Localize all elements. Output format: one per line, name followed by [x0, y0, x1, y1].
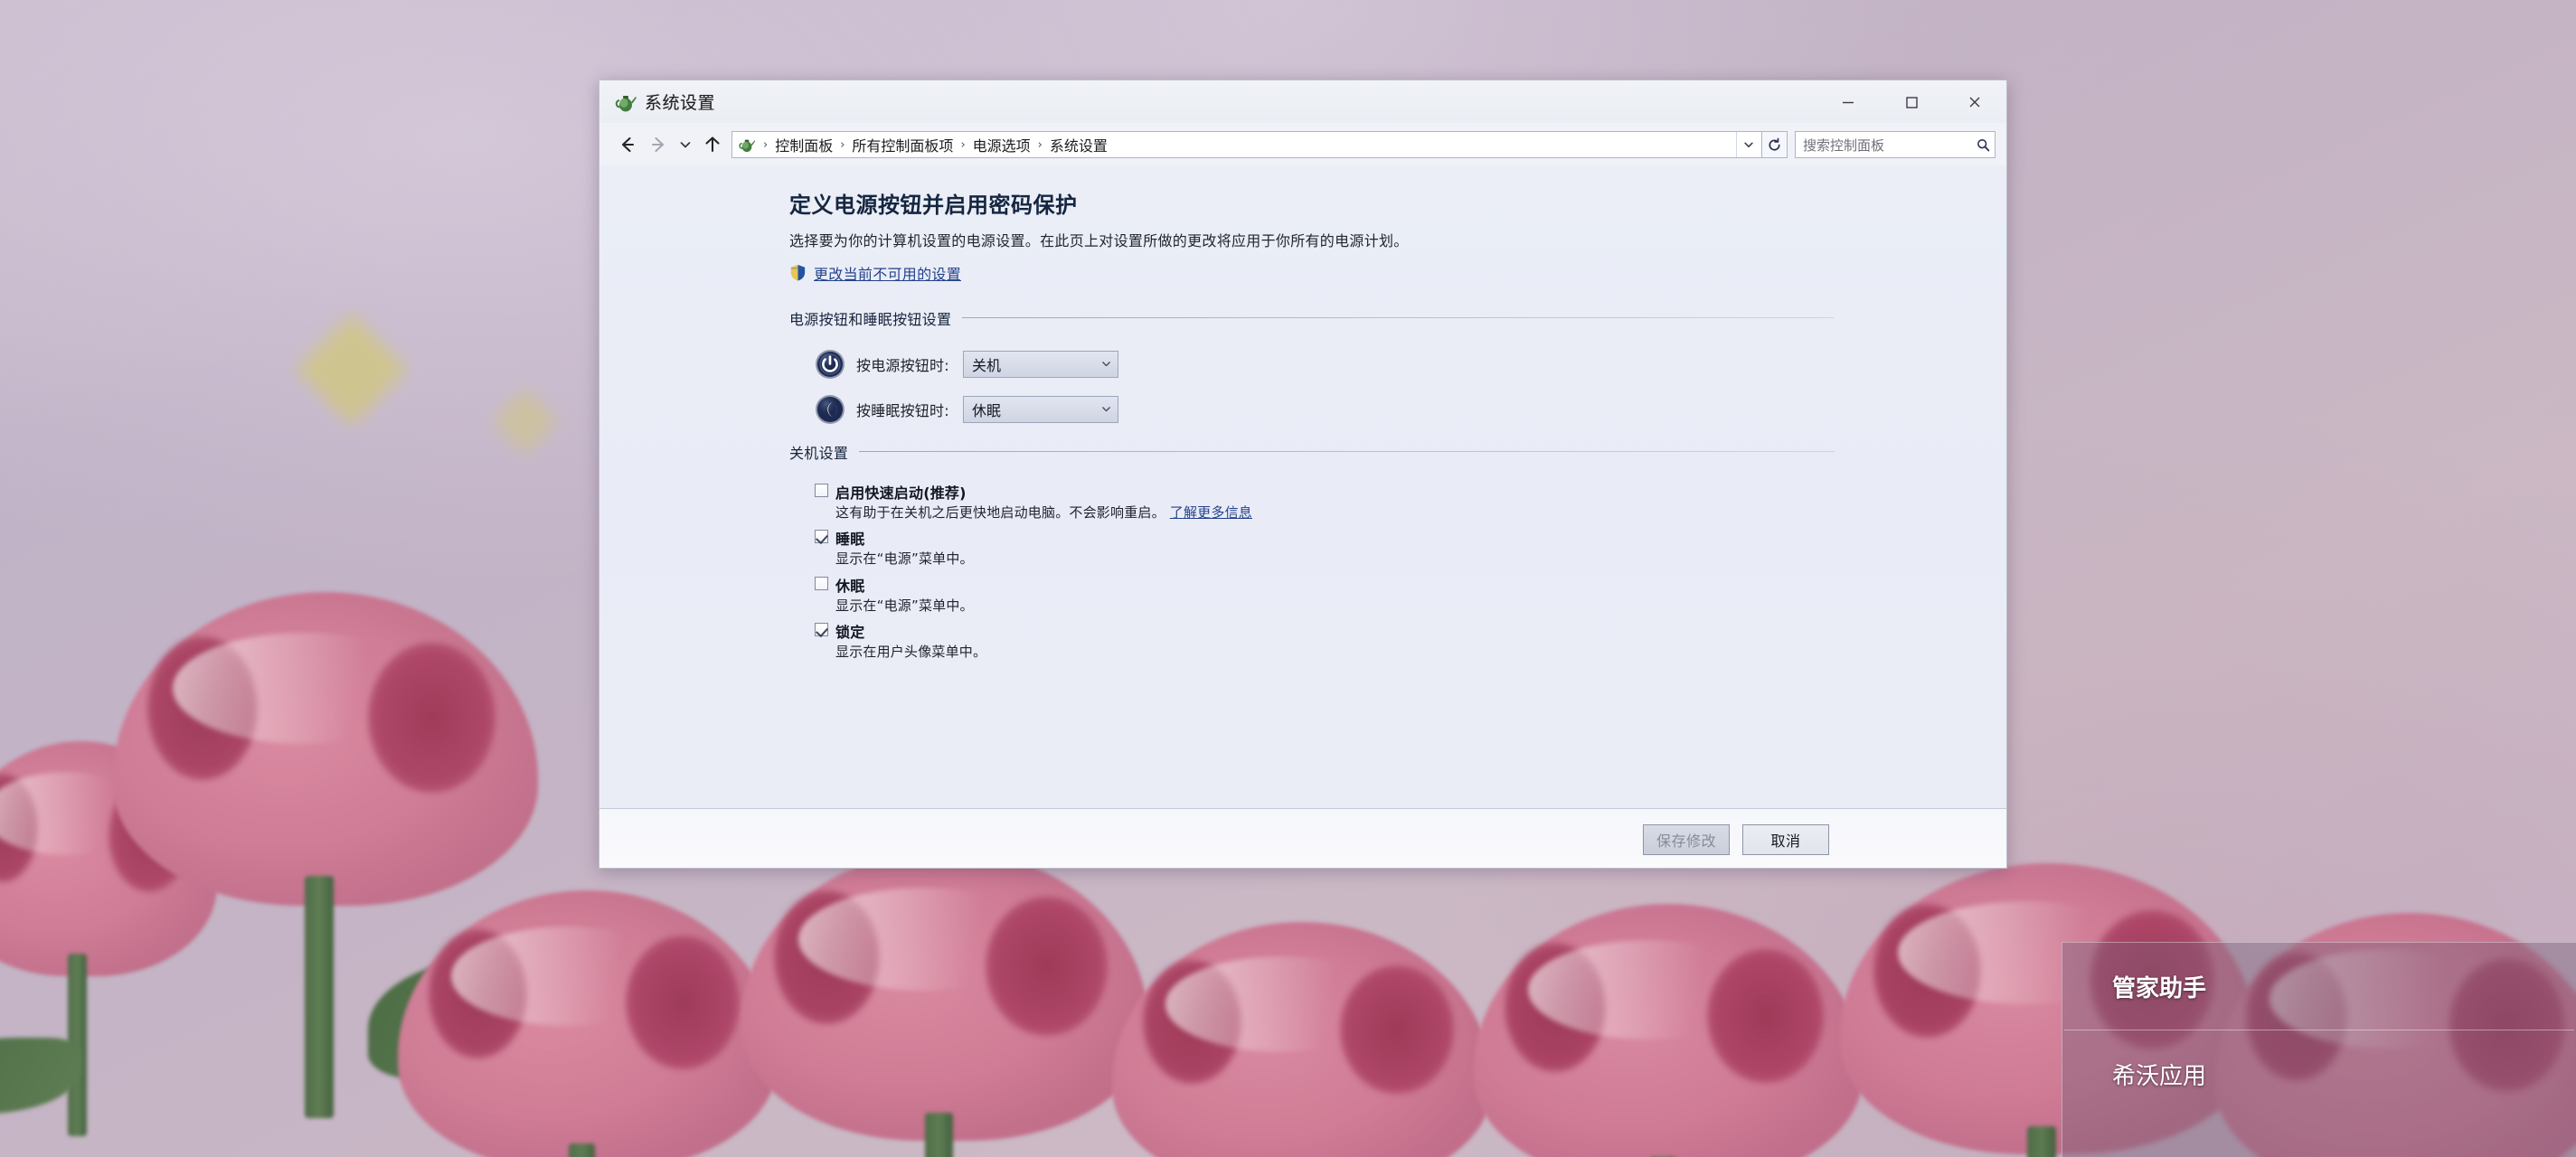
- assistant-overlay-panel: 管家助手 希沃应用: [2062, 942, 2576, 1157]
- checkbox-desc-sleep: 显示在“电源”菜单中。: [835, 550, 974, 568]
- section-shutdown-settings: 关机设置 启用快速启动(推荐) 这有助于在关机之后更快地启动电脑。不会影响重启。: [789, 441, 1835, 662]
- wallpaper-tulip-3: [398, 890, 778, 1157]
- close-button[interactable]: [1943, 80, 2006, 124]
- forward-arrow-icon: [651, 136, 665, 153]
- checkbox-fast-startup[interactable]: [815, 483, 828, 497]
- wallpaper-diamond-2: [492, 388, 559, 455]
- uac-shield-icon: [790, 265, 806, 281]
- section-heading-row: 关机设置: [789, 441, 1835, 463]
- checkbox-desc-text: 这有助于在关机之后更快地启动电脑。不会影响重启。: [835, 503, 1165, 521]
- address-dropdown-button[interactable]: [1736, 132, 1760, 157]
- breadcrumb-separator: ›: [763, 137, 769, 152]
- sleep-button-label: 按睡眠按钮时:: [856, 401, 949, 419]
- breadcrumb: › 控制面板 › 所有控制面板项 › 电源选项 › 系统设置: [738, 133, 1736, 156]
- sleep-moon-icon: [816, 394, 845, 424]
- wallpaper-tulip-6: [1474, 904, 1863, 1157]
- content-area: 定义电源按钮并启用密码保护 选择要为你的计算机设置的电源设置。在此页上对设置所做…: [599, 165, 2006, 808]
- chevron-down-icon: [1102, 407, 1110, 412]
- chevron-down-icon: [1743, 142, 1753, 147]
- power-button-dropdown[interactable]: 关机: [963, 350, 1118, 378]
- maximize-icon: [1906, 97, 1918, 108]
- breadcrumb-item-control-panel[interactable]: 控制面板: [771, 133, 836, 156]
- watering-can-icon: [615, 95, 637, 111]
- cancel-button[interactable]: 取消: [1742, 823, 1829, 855]
- power-setting-rows: 按电源按钮时: 关机 按睡眠按钮时: 休眠: [789, 349, 1835, 425]
- breadcrumb-separator: ›: [1037, 137, 1043, 152]
- wallpaper-tulip-4: [741, 850, 1148, 1157]
- maximize-button[interactable]: [1880, 80, 1943, 124]
- power-button-setting-row: 按电源按钮时: 关机: [815, 349, 1835, 380]
- power-button-value: 关机: [972, 356, 1002, 374]
- power-button-label: 按电源按钮时:: [856, 356, 949, 374]
- checkbox-item-fast-startup: 启用快速启动(推荐) 这有助于在关机之后更快地启动电脑。不会影响重启。 了解更多…: [815, 481, 1835, 522]
- change-unavailable-settings-link[interactable]: 更改当前不可用的设置: [789, 262, 1835, 284]
- chevron-down-icon: [680, 142, 691, 148]
- back-arrow-icon: [621, 136, 635, 153]
- section-divider: [859, 451, 1835, 453]
- window-title: 系统设置: [645, 93, 716, 113]
- section-heading-power-sleep: 电源按钮和睡眠按钮设置: [789, 310, 952, 328]
- breadcrumb-item-power-options[interactable]: 电源选项: [969, 133, 1034, 156]
- checkbox-desc-lock: 显示在用户头像菜单中。: [835, 644, 987, 661]
- learn-more-link[interactable]: 了解更多信息: [1170, 504, 1252, 521]
- back-button[interactable]: [612, 129, 643, 160]
- address-bar[interactable]: › 控制面板 › 所有控制面板项 › 电源选项 › 系统设置: [731, 131, 1762, 158]
- navigation-bar: › 控制面板 › 所有控制面板项 › 电源选项 › 系统设置 搜索控制面板: [599, 124, 2006, 165]
- wallpaper-tulip-5: [1112, 922, 1492, 1157]
- window-caption-buttons: [1816, 80, 2006, 124]
- checkbox-hibernate[interactable]: [815, 576, 828, 590]
- up-button[interactable]: [697, 129, 728, 160]
- save-changes-button[interactable]: 保存修改: [1643, 823, 1730, 855]
- section-heading-shutdown: 关机设置: [789, 444, 849, 462]
- overlay-item-housekeeper[interactable]: 管家助手: [2062, 943, 2576, 1030]
- search-box[interactable]: 搜索控制面板: [1795, 131, 1996, 158]
- sleep-button-dropdown[interactable]: 休眠: [963, 395, 1118, 423]
- checkbox-label-fast-startup: 启用快速启动(推荐): [835, 484, 967, 502]
- recent-locations-button[interactable]: [674, 129, 697, 160]
- chevron-down-icon: [1102, 362, 1110, 367]
- dialog-footer: 保存修改 取消: [599, 808, 2006, 868]
- minimize-icon: [1843, 101, 1854, 104]
- checkbox-desc-hibernate: 显示在“电源”菜单中。: [835, 597, 974, 614]
- forward-button[interactable]: [643, 129, 674, 160]
- checkbox-desc-fast-startup: 这有助于在关机之后更快地启动电脑。不会影响重启。 了解更多信息: [835, 504, 1835, 522]
- search-icon: [1977, 138, 1990, 151]
- section-heading-row: 电源按钮和睡眠按钮设置: [789, 307, 1835, 329]
- up-arrow-icon: [705, 136, 720, 153]
- section-divider: [962, 317, 1835, 319]
- checkbox-label-hibernate: 休眠: [835, 577, 865, 595]
- breadcrumb-item-all-items[interactable]: 所有控制面板项: [848, 133, 957, 156]
- checkbox-item-hibernate: 休眠 显示在“电源”菜单中。: [815, 574, 1835, 616]
- desktop-background: 系统设置 › 控制面板 › 所有控制面板项 › 电源选项 › 系统设置 搜索控制…: [0, 0, 2576, 1157]
- watering-can-icon: [739, 139, 756, 153]
- breadcrumb-separator: ›: [840, 137, 845, 152]
- window-titlebar[interactable]: 系统设置: [599, 80, 2006, 124]
- shutdown-checkbox-list: 启用快速启动(推荐) 这有助于在关机之后更快地启动电脑。不会影响重启。 了解更多…: [789, 481, 1835, 662]
- section-power-sleep-buttons: 电源按钮和睡眠按钮设置 按电源按钮时: 关机 按睡眠按钮时: 休眠: [789, 307, 1835, 425]
- close-icon: [1969, 97, 1980, 108]
- checkbox-sleep[interactable]: [815, 530, 828, 544]
- search-input[interactable]: 搜索控制面板: [1803, 136, 1976, 155]
- sleep-button-value: 休眠: [972, 401, 1002, 419]
- checkbox-item-lock: 锁定 显示在用户头像菜单中。: [815, 620, 1835, 662]
- refresh-icon: [1769, 137, 1780, 151]
- page-title: 定义电源按钮并启用密码保护: [789, 193, 1078, 218]
- checkbox-lock[interactable]: [815, 623, 828, 637]
- refresh-button[interactable]: [1762, 131, 1788, 158]
- change-unavailable-settings-label: 更改当前不可用的设置: [814, 265, 962, 283]
- wallpaper-diamond-1: [295, 313, 409, 427]
- checkbox-item-sleep: 睡眠 显示在“电源”菜单中。: [815, 527, 1835, 569]
- overlay-item-seewo-apps[interactable]: 希沃应用: [2062, 1030, 2576, 1117]
- checkbox-label-lock: 锁定: [835, 624, 865, 642]
- minimize-button[interactable]: [1816, 80, 1880, 124]
- power-button-icon: [816, 349, 845, 379]
- breadcrumb-separator: ›: [960, 137, 966, 152]
- system-settings-window: 系统设置 › 控制面板 › 所有控制面板项 › 电源选项 › 系统设置 搜索控制…: [599, 80, 2007, 869]
- sleep-button-setting-row: 按睡眠按钮时: 休眠: [815, 394, 1835, 425]
- checkbox-label-sleep: 睡眠: [835, 531, 865, 549]
- page-description: 选择要为你的计算机设置的电源设置。在此页上对设置所做的更改将应用于你所有的电源计…: [789, 232, 1409, 249]
- breadcrumb-item-system-settings[interactable]: 系统设置: [1046, 133, 1111, 156]
